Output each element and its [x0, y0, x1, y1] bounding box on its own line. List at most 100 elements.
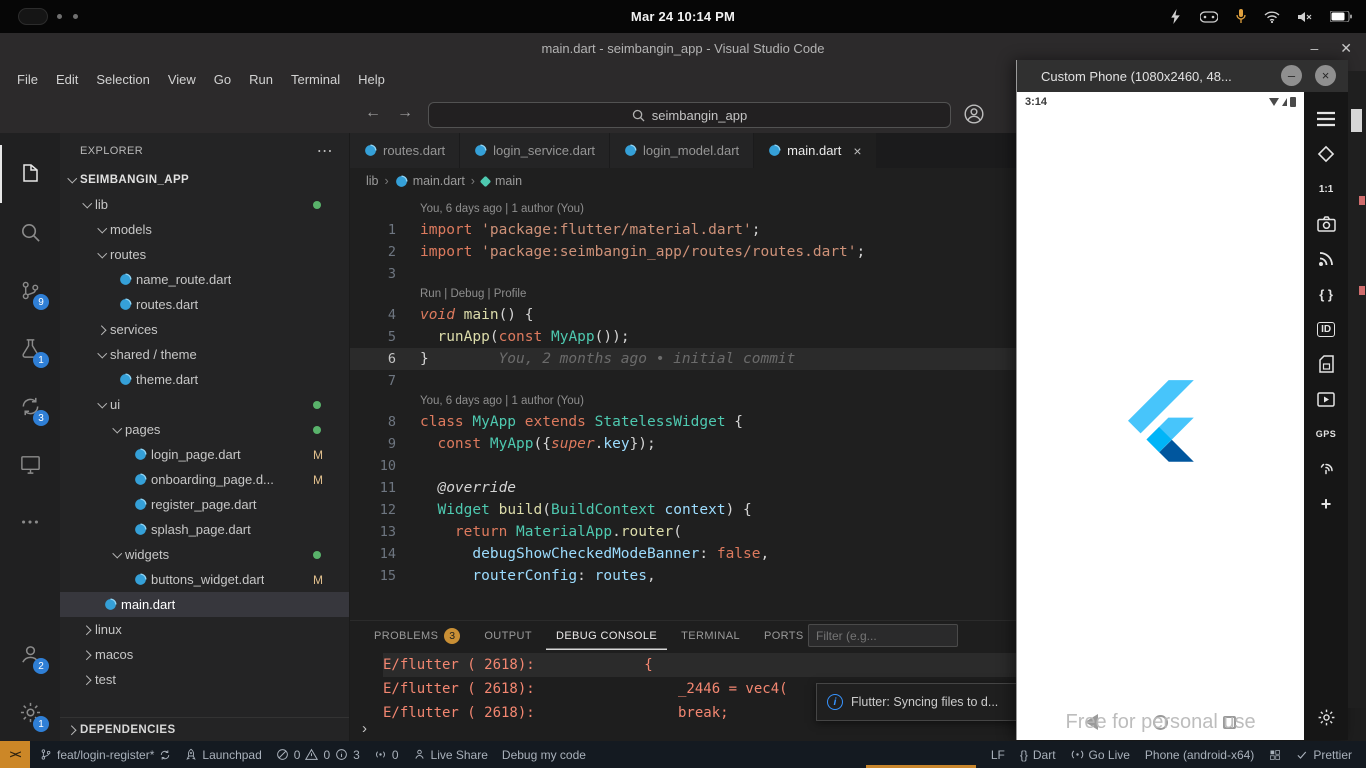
rotate-icon[interactable]: [1313, 141, 1339, 167]
tab-main.dart[interactable]: main.dart ×: [754, 133, 877, 168]
media-icon[interactable]: [1313, 386, 1339, 412]
manage-button[interactable]: 1: [0, 683, 60, 741]
file-register_page.dart[interactable]: register_page.dart: [60, 492, 349, 517]
menu-edit[interactable]: Edit: [47, 68, 87, 91]
add-icon[interactable]: +: [1313, 491, 1339, 517]
go-live-status-item[interactable]: Go Live: [1071, 748, 1130, 762]
panel-tab-problems[interactable]: PROBLEMS 3: [364, 621, 470, 650]
back-arrow-icon[interactable]: ←: [365, 104, 381, 122]
wifi-icon[interactable]: [1264, 10, 1280, 23]
extension-status-item[interactable]: [1269, 749, 1281, 761]
file-login_page.dart[interactable]: login_page.dart M: [60, 442, 349, 467]
explorer-more-actions[interactable]: ⋯: [317, 141, 333, 161]
sim-icon[interactable]: [1313, 351, 1339, 377]
prettier-status-item[interactable]: Prettier: [1296, 748, 1352, 762]
problems-status-item[interactable]: 0 0 3: [276, 748, 360, 762]
console-prompt-icon[interactable]: ›: [362, 720, 367, 737]
controller-icon[interactable]: [1200, 10, 1218, 23]
account-toggle-icon[interactable]: [963, 103, 987, 127]
biometrics-icon[interactable]: [1313, 456, 1339, 482]
folder-routes[interactable]: routes: [60, 242, 349, 267]
file-onboarding_page.d...[interactable]: onboarding_page.d... M: [60, 467, 349, 492]
source-control-activity-button[interactable]: 9: [0, 261, 60, 319]
debug-status-item[interactable]: Debug my code: [502, 748, 586, 762]
minimize-icon[interactable]: –: [1281, 65, 1302, 86]
console-filter-input[interactable]: [808, 624, 958, 647]
tab-login_model.dart[interactable]: login_model.dart: [610, 133, 755, 168]
cable-icon[interactable]: [1169, 9, 1182, 24]
capture-icon[interactable]: [1313, 211, 1339, 237]
emulator-screen[interactable]: 3:14 Free for personal use: [1017, 92, 1305, 740]
testing-activity-button[interactable]: 1: [0, 319, 60, 377]
menu-go[interactable]: Go: [205, 68, 240, 91]
scrollbar-thumb[interactable]: [1351, 109, 1362, 132]
folder-widgets[interactable]: widgets: [60, 542, 349, 567]
remote-indicator[interactable]: ><: [0, 741, 30, 768]
file-main.dart[interactable]: main.dart: [60, 592, 349, 617]
file-buttons_widget.dart[interactable]: buttons_widget.dart M: [60, 567, 349, 592]
breadcrumb-item-main.dart[interactable]: main.dart: [395, 174, 465, 188]
folder-pages[interactable]: pages: [60, 417, 349, 442]
menu-terminal[interactable]: Terminal: [282, 68, 349, 91]
file-name_route.dart[interactable]: name_route.dart: [60, 267, 349, 292]
editor-scrollbar[interactable]: [1348, 71, 1366, 708]
menu-icon[interactable]: [1313, 106, 1339, 132]
ports-status-item[interactable]: 0: [374, 748, 399, 762]
network-icon[interactable]: [1313, 246, 1339, 272]
dependencies-section[interactable]: DEPENDENCIES: [60, 717, 349, 741]
battery-icon[interactable]: [1330, 11, 1352, 22]
menu-run[interactable]: Run: [240, 68, 282, 91]
search-activity-button[interactable]: [0, 203, 60, 261]
code-icon[interactable]: { }: [1313, 281, 1339, 307]
close-icon[interactable]: ✕: [1340, 40, 1352, 57]
minimize-icon[interactable]: –: [1310, 40, 1318, 56]
menu-file[interactable]: File: [8, 68, 47, 91]
close-icon[interactable]: ×: [1315, 65, 1336, 86]
forward-arrow-icon[interactable]: →: [397, 104, 413, 122]
microphone-icon[interactable]: [1236, 9, 1246, 24]
settings-icon[interactable]: [1313, 704, 1339, 730]
breadcrumb-item-main[interactable]: main: [479, 174, 522, 188]
folder-models[interactable]: models: [60, 217, 349, 242]
panel-tab-ports[interactable]: PORTS: [754, 621, 814, 650]
menu-view[interactable]: View: [159, 68, 205, 91]
more-views-button[interactable]: [0, 493, 60, 551]
panel-tab-debug-console[interactable]: DEBUG CONSOLE: [546, 621, 667, 650]
folder-test[interactable]: test: [60, 667, 349, 692]
folder-macos[interactable]: macos: [60, 642, 349, 667]
emulator-titlebar[interactable]: Custom Phone (1080x2460, 48... – ×: [1017, 60, 1348, 92]
sync-activity-button[interactable]: 3: [0, 377, 60, 435]
panel-tab-terminal[interactable]: TERMINAL: [671, 621, 750, 650]
live-share-status-item[interactable]: Live Share: [413, 748, 488, 762]
mute-icon[interactable]: [1298, 11, 1312, 23]
folder-services[interactable]: services: [60, 317, 349, 342]
language-status-item[interactable]: {} Dart: [1020, 748, 1056, 762]
breadcrumb-item-lib[interactable]: lib: [366, 174, 379, 188]
tab-routes.dart[interactable]: routes.dart: [350, 133, 461, 168]
folder-linux[interactable]: linux: [60, 617, 349, 642]
folder-lib[interactable]: lib: [60, 192, 349, 217]
folder-ui[interactable]: ui: [60, 392, 349, 417]
tab-login_service.dart[interactable]: login_service.dart: [460, 133, 611, 168]
remote-explorer-activity-button[interactable]: [0, 435, 60, 493]
file-theme.dart[interactable]: theme.dart: [60, 367, 349, 392]
launchpad-status-item[interactable]: Launchpad: [185, 748, 262, 762]
panel-tab-output[interactable]: OUTPUT: [474, 621, 542, 650]
file-splash_page.dart[interactable]: splash_page.dart: [60, 517, 349, 542]
command-center-search[interactable]: seimbangin_app: [428, 102, 951, 128]
vscode-titlebar[interactable]: main.dart - seimbangin_app - Visual Stud…: [0, 33, 1366, 63]
explorer-activity-button[interactable]: [0, 145, 60, 203]
menu-help[interactable]: Help: [349, 68, 394, 91]
branch-status-item[interactable]: feat/login-register*: [40, 748, 171, 762]
pixel-perfect-icon[interactable]: 1:1: [1313, 176, 1339, 202]
workspace-root[interactable]: SEIMBANGIN_APP: [60, 168, 349, 192]
menu-selection[interactable]: Selection: [87, 68, 158, 91]
folder-shared / theme[interactable]: shared / theme: [60, 342, 349, 367]
file-routes.dart[interactable]: routes.dart: [60, 292, 349, 317]
device-status-item[interactable]: Phone (android-x64): [1145, 748, 1254, 762]
gps-icon[interactable]: GPS: [1313, 421, 1339, 447]
id-icon[interactable]: ID: [1313, 316, 1339, 342]
eol-status-item[interactable]: LF: [991, 748, 1005, 762]
accounts-button[interactable]: 2: [0, 625, 60, 683]
close-icon[interactable]: ×: [853, 143, 861, 159]
